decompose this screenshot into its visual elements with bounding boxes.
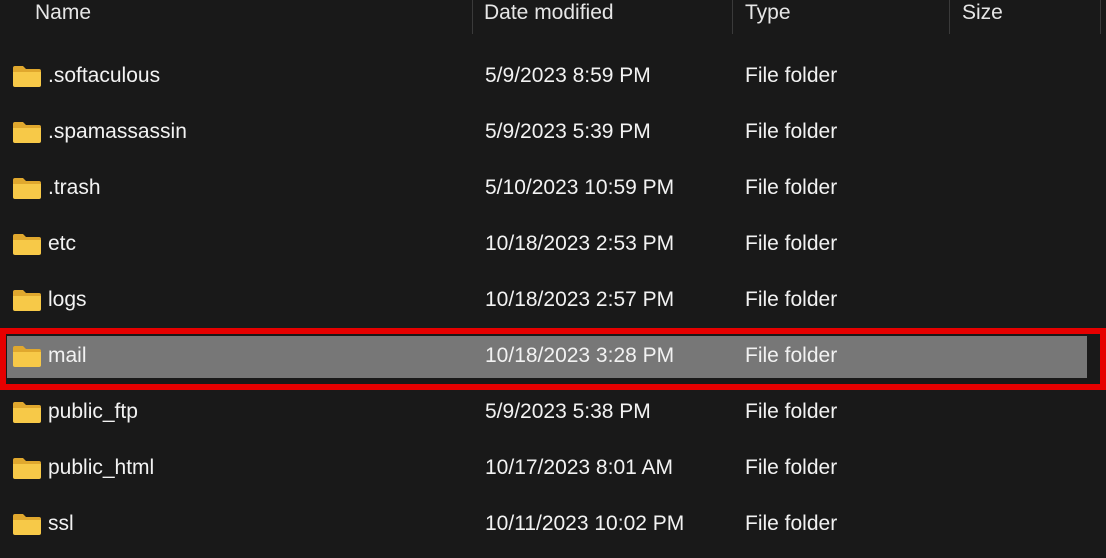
file-name: mail bbox=[48, 344, 87, 367]
file-type: File folder bbox=[745, 456, 838, 479]
file-name: .trash bbox=[48, 176, 101, 199]
file-name: .softaculous bbox=[48, 64, 161, 87]
file-row[interactable]: public_ftp 5/9/2023 5:38 PM File folder bbox=[0, 384, 1106, 440]
folder-icon bbox=[13, 458, 41, 479]
file-name: ssl bbox=[48, 512, 74, 535]
file-row[interactable]: ssl 10/11/2023 10:02 PM File folder bbox=[0, 496, 1106, 552]
folder-icon bbox=[13, 66, 41, 87]
file-type: File folder bbox=[745, 512, 838, 535]
file-row[interactable]: etc 10/18/2023 2:53 PM File folder bbox=[0, 216, 1106, 272]
file-row[interactable]: .softaculous 5/9/2023 8:59 PM File folde… bbox=[0, 48, 1106, 104]
file-date-modified: 10/11/2023 10:02 PM bbox=[485, 512, 685, 535]
column-header-name-label: Name bbox=[35, 1, 92, 24]
column-divider[interactable] bbox=[1100, 0, 1101, 34]
file-date-modified: 10/18/2023 2:57 PM bbox=[485, 288, 675, 311]
folder-icon bbox=[13, 290, 41, 311]
folder-icon bbox=[13, 514, 41, 535]
file-row-selected[interactable]: mail 10/18/2023 3:28 PM File folder bbox=[0, 328, 1106, 384]
file-type: File folder bbox=[745, 176, 838, 199]
file-row[interactable]: .spamassassin 5/9/2023 5:39 PM File fold… bbox=[0, 104, 1106, 160]
column-header-name[interactable]: Name bbox=[0, 0, 472, 34]
file-name: public_html bbox=[48, 456, 155, 479]
file-date-modified: 10/18/2023 3:28 PM bbox=[485, 344, 675, 367]
file-date-modified: 10/18/2023 2:53 PM bbox=[485, 232, 675, 255]
column-header-size[interactable]: Size bbox=[950, 0, 1100, 34]
file-name: .spamassassin bbox=[48, 120, 187, 143]
folder-icon bbox=[13, 402, 41, 423]
file-date-modified: 5/10/2023 10:59 PM bbox=[485, 176, 675, 199]
file-type: File folder bbox=[745, 344, 838, 367]
folder-icon bbox=[13, 346, 41, 367]
column-header-date[interactable]: Date modified bbox=[473, 0, 732, 34]
file-type: File folder bbox=[745, 288, 838, 311]
folder-icon bbox=[13, 122, 41, 143]
file-explorer: Name Date modified Type Size .softaculou… bbox=[0, 0, 1106, 558]
file-row[interactable]: logs 10/18/2023 2:57 PM File folder bbox=[0, 272, 1106, 328]
column-header-bar: Name Date modified Type Size bbox=[0, 0, 1106, 34]
file-date-modified: 10/17/2023 8:01 AM bbox=[485, 456, 673, 479]
file-name: logs bbox=[48, 288, 87, 311]
file-row[interactable]: .trash 5/10/2023 10:59 PM File folder bbox=[0, 160, 1106, 216]
file-type: File folder bbox=[745, 232, 838, 255]
file-type: File folder bbox=[745, 64, 838, 87]
column-header-type[interactable]: Type bbox=[733, 0, 949, 34]
column-header-date-label: Date modified bbox=[484, 1, 614, 24]
file-type: File folder bbox=[745, 120, 838, 143]
column-header-type-label: Type bbox=[745, 1, 791, 24]
file-date-modified: 5/9/2023 5:38 PM bbox=[485, 400, 651, 423]
file-date-modified: 5/9/2023 5:39 PM bbox=[485, 120, 651, 143]
folder-icon bbox=[13, 234, 41, 255]
file-name: etc bbox=[48, 232, 77, 255]
file-type: File folder bbox=[745, 400, 838, 423]
folder-icon bbox=[13, 178, 41, 199]
file-row[interactable]: public_html 10/17/2023 8:01 AM File fold… bbox=[0, 440, 1106, 496]
file-date-modified: 5/9/2023 8:59 PM bbox=[485, 64, 651, 87]
file-name: public_ftp bbox=[48, 400, 138, 423]
column-header-size-label: Size bbox=[962, 1, 1003, 24]
